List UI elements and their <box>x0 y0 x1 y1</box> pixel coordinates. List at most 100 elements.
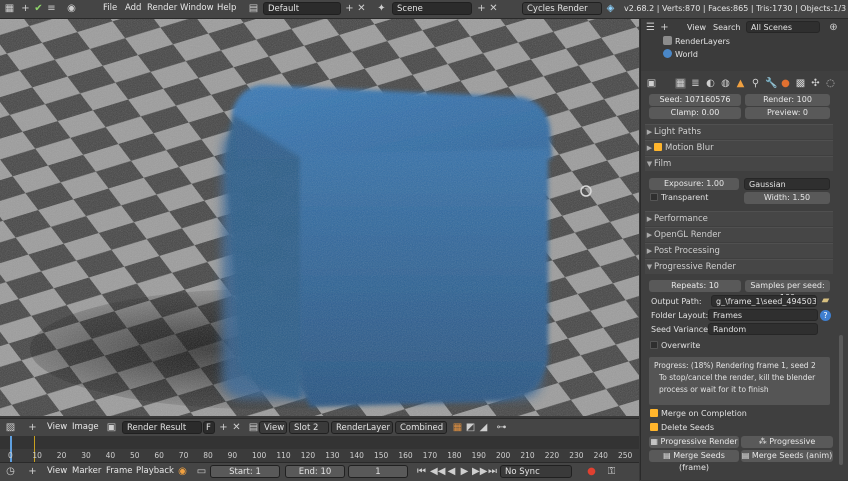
properties-scrollbar[interactable] <box>839 335 843 465</box>
world-tab-icon[interactable]: ◍ <box>720 78 731 89</box>
panel-progressive-render[interactable]: ▼ Progressive Render <box>645 259 833 274</box>
motion-blur-checkbox[interactable] <box>654 143 662 151</box>
info-editor-icon[interactable]: ◉ <box>66 3 77 14</box>
progressive-animation-button[interactable]: ⁂ Progressive Animation <box>741 436 833 458</box>
repeats-field[interactable]: Repeats: 10 <box>649 280 741 292</box>
overwrite-option[interactable]: Overwrite <box>650 341 700 350</box>
outliner-menu-search[interactable]: Search <box>713 23 740 32</box>
progressive-render-button[interactable]: ▦ Progressive Render <box>649 436 739 448</box>
outliner-editor-icon[interactable]: ☰ <box>645 22 656 33</box>
render-viewport[interactable] <box>0 19 639 416</box>
merge-on-completion-checkbox[interactable] <box>650 409 658 417</box>
image-menu-view[interactable]: View <box>47 422 67 432</box>
modifiers-tab-icon[interactable]: 🔧 <box>765 78 777 89</box>
outliner-filter-select[interactable]: All Scenes <box>746 21 820 33</box>
render-layer-select[interactable]: RenderLayer <box>331 421 393 434</box>
screen-layout-icon[interactable]: ▤ <box>248 3 259 14</box>
help-icon[interactable]: ? <box>820 310 831 321</box>
image-editor-type-icon[interactable]: ▨ <box>5 422 16 433</box>
timeline-menu-view[interactable]: View <box>47 466 67 476</box>
timeline-editor-icon[interactable]: ◷ <box>5 466 16 477</box>
plus-icon[interactable]: + <box>659 22 670 33</box>
delete-seeds-option[interactable]: Delete Seeds <box>650 423 714 432</box>
exposure-field[interactable]: Exposure: 1.00 <box>649 178 739 190</box>
image-browse-icon[interactable]: ▣ <box>106 422 117 433</box>
play-reverse-icon[interactable]: ◀ <box>446 466 457 477</box>
timeline[interactable]: 0 10 20 30 40 50 60 70 80 90 100 110 120 130 140 150 160… <box>0 436 639 462</box>
transparent-checkbox[interactable] <box>650 193 658 201</box>
jump-start-icon[interactable]: ⏮ <box>416 466 427 477</box>
screen-layout-field[interactable]: Default <box>263 2 341 15</box>
close-layout-icon[interactable]: ✕ <box>356 3 367 14</box>
folder-layout-select[interactable]: Frames <box>708 309 818 321</box>
menu-help[interactable]: Help <box>217 3 236 13</box>
add-icon[interactable]: + <box>20 3 31 14</box>
outliner-item-renderlayers[interactable]: RenderLayers <box>663 36 730 46</box>
pin-icon[interactable]: ⊶ <box>496 422 507 433</box>
timeline-menu-playback[interactable]: Playback <box>136 466 174 476</box>
preview-samples-field[interactable]: Preview: 0 <box>745 107 830 119</box>
panel-opengl-render[interactable]: ▶ OpenGL Render <box>645 227 833 242</box>
clamp-field[interactable]: Clamp: 0.00 <box>649 107 741 119</box>
layers-tab-icon[interactable]: ≣ <box>690 78 701 89</box>
timeline-menu-frame[interactable]: Frame <box>106 466 132 476</box>
overwrite-checkbox[interactable] <box>650 341 658 349</box>
folder-icon[interactable]: ▰ <box>820 295 831 306</box>
add-scene-icon[interactable]: + <box>476 3 487 14</box>
panel-film[interactable]: ▼ Film <box>645 156 833 171</box>
merge-seeds-anim-button[interactable]: ▤ Merge Seeds (anim) <box>741 450 833 462</box>
plus-icon[interactable]: + <box>27 466 38 477</box>
image-name-field[interactable]: Render Result <box>122 421 202 434</box>
panel-performance[interactable]: ▶ Performance <box>645 211 833 226</box>
particles-tab-icon[interactable]: ✣ <box>810 78 821 89</box>
filter-type-select[interactable]: Gaussian <box>744 178 830 190</box>
jump-end-icon[interactable]: ⏭ <box>487 466 498 477</box>
keying-set-icon[interactable]: ⚿ <box>606 466 617 477</box>
record-icon[interactable]: ● <box>586 466 597 477</box>
object-tab-icon[interactable]: ▲ <box>735 78 746 89</box>
check-icon[interactable]: ✔ <box>33 3 44 14</box>
scene-field[interactable]: Scene <box>392 2 472 15</box>
menu-window[interactable]: Window <box>180 3 214 13</box>
delete-seeds-checkbox[interactable] <box>650 423 658 431</box>
draw-channels-icon[interactable]: ▦ <box>452 422 463 433</box>
material-tab-icon[interactable]: ● <box>780 78 791 89</box>
alpha-icon[interactable]: ◩ <box>465 422 476 433</box>
view-mode-icon[interactable]: ▤ <box>248 422 259 433</box>
play-icon[interactable]: ▶ <box>459 466 470 477</box>
properties-editor-icon[interactable]: ▣ <box>646 78 657 89</box>
image-menu-image[interactable]: Image <box>72 422 99 432</box>
seed-variance-select[interactable]: Random <box>708 323 818 335</box>
fake-user-button[interactable]: F <box>203 421 215 434</box>
zoom-view-icon[interactable]: ◢ <box>478 422 489 433</box>
start-frame-field[interactable]: Start: 1 <box>210 465 280 478</box>
plus-icon[interactable]: + <box>27 422 38 433</box>
render-pass-select[interactable]: Combined <box>395 421 447 434</box>
checklist-icon[interactable]: ≡ <box>46 3 57 14</box>
render-engine-select[interactable]: Cycles Render <box>522 2 602 15</box>
scene-icon[interactable]: ✦ <box>376 3 387 14</box>
timeline-menu-marker[interactable]: Marker <box>72 466 101 476</box>
filter-width-field[interactable]: Width: 1.50 <box>744 192 830 204</box>
menu-add[interactable]: Add <box>125 3 141 13</box>
outliner-item-world[interactable]: World <box>663 49 698 59</box>
menu-file[interactable]: File <box>103 3 117 13</box>
timeline-track[interactable] <box>0 436 639 449</box>
unlink-image-icon[interactable]: ✕ <box>231 422 242 433</box>
editor-type-icon[interactable]: ▦ <box>4 3 15 14</box>
new-image-icon[interactable]: + <box>218 422 229 433</box>
next-keyframe-icon[interactable]: ▶▶ <box>472 466 487 477</box>
preview-range-icon[interactable]: ▭ <box>196 466 207 477</box>
samples-per-seed-field[interactable]: Samples per seed: 100 <box>745 280 830 302</box>
render-samples-field[interactable]: Render: 100 <box>745 94 830 106</box>
view-select[interactable]: View <box>259 421 287 434</box>
end-frame-field[interactable]: End: 10 <box>285 465 345 478</box>
output-path-field[interactable]: g_\frame_1\seed_494503363 <box>711 295 817 307</box>
outliner-menu-view[interactable]: View <box>687 23 706 32</box>
zoom-icon[interactable]: ⊕ <box>828 22 839 33</box>
seed-field[interactable]: Seed: 107160576 <box>649 94 741 106</box>
autokey-icon[interactable]: ◉ <box>177 466 188 477</box>
close-scene-icon[interactable]: ✕ <box>488 3 499 14</box>
merge-seeds-frame-button[interactable]: ▤ Merge Seeds (frame) <box>649 450 739 472</box>
merge-on-completion-option[interactable]: Merge on Completion <box>650 409 747 418</box>
